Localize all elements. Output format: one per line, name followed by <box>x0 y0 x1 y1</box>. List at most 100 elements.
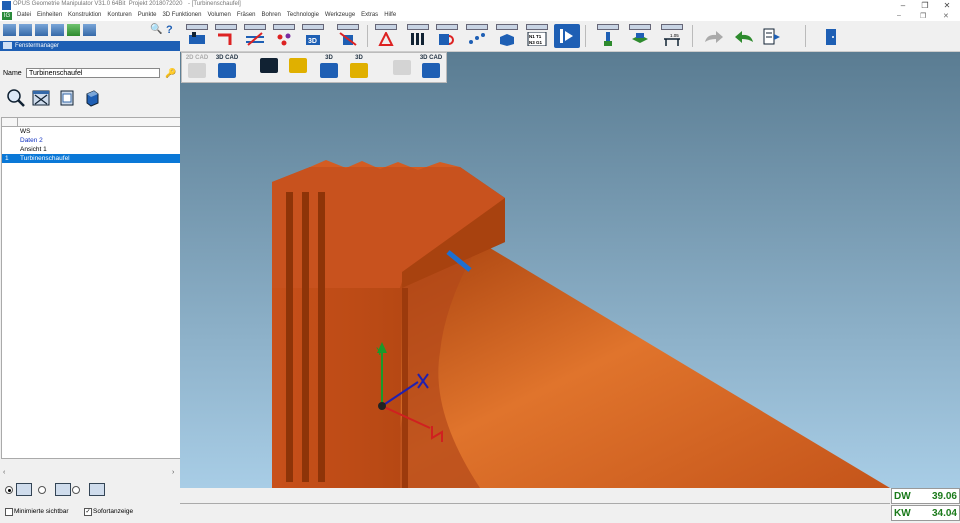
single-window-icon[interactable] <box>57 88 77 108</box>
nc-code-button[interactable]: N1 T1 N3 G1 <box>524 24 550 48</box>
mdi-minimize-icon[interactable]: – <box>897 12 901 19</box>
undo-arrow-icon[interactable] <box>731 24 757 48</box>
menu-volumen[interactable]: Volumen <box>204 12 233 18</box>
kw-value: 34.04 <box>931 508 957 519</box>
menu-punkte[interactable]: Punkte <box>135 12 160 18</box>
kw-label: KW <box>894 508 911 519</box>
milling-button[interactable] <box>373 24 399 48</box>
tech-magnet-button[interactable] <box>434 24 460 48</box>
horizontal-scrollbar[interactable]: ‹ › <box>1 469 179 477</box>
3d-volume-button[interactable]: 3D <box>347 55 371 80</box>
menu-technologie[interactable]: Technologie <box>284 12 322 18</box>
dw-value: 39.06 <box>931 491 957 502</box>
menu-datei[interactable]: Datei <box>14 12 34 18</box>
kw-readout: KW 34.04 <box>891 505 960 521</box>
layout-radio-1[interactable] <box>5 486 13 494</box>
title-bar: OPUS Geometrie Manipulator V31.0 64Bit P… <box>0 0 960 11</box>
probe-button[interactable] <box>595 24 621 48</box>
print-icon[interactable] <box>35 24 48 36</box>
menu-extras[interactable]: Extras <box>358 12 381 18</box>
layout-radio-2[interactable] <box>38 486 46 494</box>
tile-horizontal-icon <box>55 483 71 496</box>
instant-display-label: Sofortanzeige <box>93 508 134 515</box>
mdi-close-icon[interactable]: ✕ <box>943 12 949 20</box>
scroll-right-icon[interactable]: › <box>172 469 174 476</box>
2d-cad-button[interactable]: 2D CAD <box>185 55 209 80</box>
window-list-icon[interactable] <box>51 24 64 36</box>
svg-text:1.05: 1.05 <box>670 33 679 38</box>
3d-view-button[interactable]: 3D <box>317 55 341 80</box>
3d-viewport[interactable]: Y <box>180 52 960 488</box>
menu-einheiten[interactable]: Einheiten <box>34 12 65 18</box>
cascade-icon <box>89 483 105 496</box>
machine-setup-button[interactable] <box>184 24 210 48</box>
window-icon <box>3 41 12 49</box>
menu-hilfe[interactable]: Hilfe <box>381 12 399 18</box>
cube-icon[interactable] <box>82 88 102 108</box>
scroll-left-icon[interactable]: ‹ <box>3 469 5 476</box>
tree-row[interactable]: Daten 2 <box>2 136 180 145</box>
app-icon <box>2 1 11 10</box>
minimized-visible-checkbox[interactable] <box>5 508 13 516</box>
3d-cad-save-button[interactable]: 3D CAD <box>419 55 443 80</box>
3d-cad-button[interactable]: 3D CAD <box>215 55 239 80</box>
tools-chain-button[interactable] <box>464 24 490 48</box>
menu-bohren[interactable]: Bohren <box>259 12 284 18</box>
drill-button[interactable] <box>405 24 431 48</box>
refresh-icon[interactable] <box>67 24 80 36</box>
cad-toolbar: 2D CAD 3D CAD 3D 3D 3D CAD <box>181 52 447 83</box>
menu-3d-funktionen[interactable]: 3D Funktionen <box>159 12 204 18</box>
simulation-button[interactable] <box>554 24 580 48</box>
layer-stack-button[interactable] <box>286 55 310 80</box>
close-icon[interactable]: ✕ <box>936 0 958 11</box>
key-icon[interactable]: 🔑 <box>165 68 176 78</box>
tree-row-selected[interactable]: 1 Turbinenschaufel <box>2 154 180 163</box>
contour-pipe-button[interactable] <box>213 24 239 48</box>
tree-row[interactable]: WS <box>2 127 180 136</box>
points-button[interactable] <box>271 24 297 48</box>
status-bar: DW 39.06 KW 34.04 <box>180 488 960 523</box>
close-window-icon[interactable] <box>31 88 51 108</box>
menu-bar: IG Datei Einheiten Konstruktion Konturen… <box>0 11 960 21</box>
exit-door-icon[interactable] <box>818 24 844 48</box>
svg-text:N3 G1: N3 G1 <box>529 40 543 45</box>
menu-werkzeuge[interactable]: Werkzeuge <box>322 12 358 18</box>
save-disabled-icon[interactable] <box>390 55 414 80</box>
document-title: - [Turbinenschaufel] <box>188 1 241 7</box>
layout-radio-3[interactable] <box>72 486 80 494</box>
mdi-restore-icon[interactable]: ❐ <box>920 12 926 20</box>
window-tree[interactable]: WS Daten 2 Ansicht 1 1 Turbinenschaufel <box>1 117 181 459</box>
svg-text:Y: Y <box>376 346 384 358</box>
tree-row[interactable]: Ansicht 1 <box>2 145 180 154</box>
search-zoom-icon[interactable]: 🔍 <box>150 24 163 36</box>
settings-icon[interactable] <box>83 24 96 36</box>
menu-items: Datei Einheiten Konstruktion Konturen Pu… <box>14 12 399 18</box>
help-icon[interactable]: ? <box>166 24 179 36</box>
name-input[interactable]: Turbinenschaufel <box>26 68 160 78</box>
export-list-button[interactable] <box>760 24 786 48</box>
3d-function-button[interactable]: 3D <box>300 24 326 48</box>
block-button[interactable] <box>494 24 520 48</box>
menu-fraesen[interactable]: Fräsen <box>234 12 259 18</box>
cut-lines-button[interactable] <box>242 24 268 48</box>
measure-button[interactable]: 1.05 <box>659 24 685 48</box>
minimize-icon[interactable]: – <box>892 0 914 11</box>
tree-view-icon[interactable] <box>3 24 16 36</box>
window-manager-panel: 🔍 ? Fenstermanager Name Turbinenschaufel… <box>0 21 181 523</box>
menu-konturen[interactable]: Konturen <box>104 12 134 18</box>
workpiece-button[interactable] <box>627 24 653 48</box>
dw-readout: DW 39.06 <box>891 488 960 504</box>
machine-user-button[interactable] <box>257 55 281 80</box>
main-toolbar: 3D N1 T1 N3 G1 1.05 <box>180 21 960 52</box>
menu-konstruktion[interactable]: Konstruktion <box>65 12 104 18</box>
redo-arrow-icon[interactable] <box>701 24 727 48</box>
layers-icon[interactable] <box>19 24 32 36</box>
3d-label: 3D <box>308 38 317 45</box>
layout-radio-group <box>0 483 180 499</box>
volume-delete-button[interactable] <box>335 24 361 48</box>
panel-title: Fenstermanager <box>15 43 60 49</box>
instant-display-checkbox[interactable]: ✓ <box>84 508 92 516</box>
restore-icon[interactable]: ❐ <box>914 0 936 11</box>
magnify-icon[interactable] <box>6 88 26 108</box>
tree-header <box>2 118 180 127</box>
